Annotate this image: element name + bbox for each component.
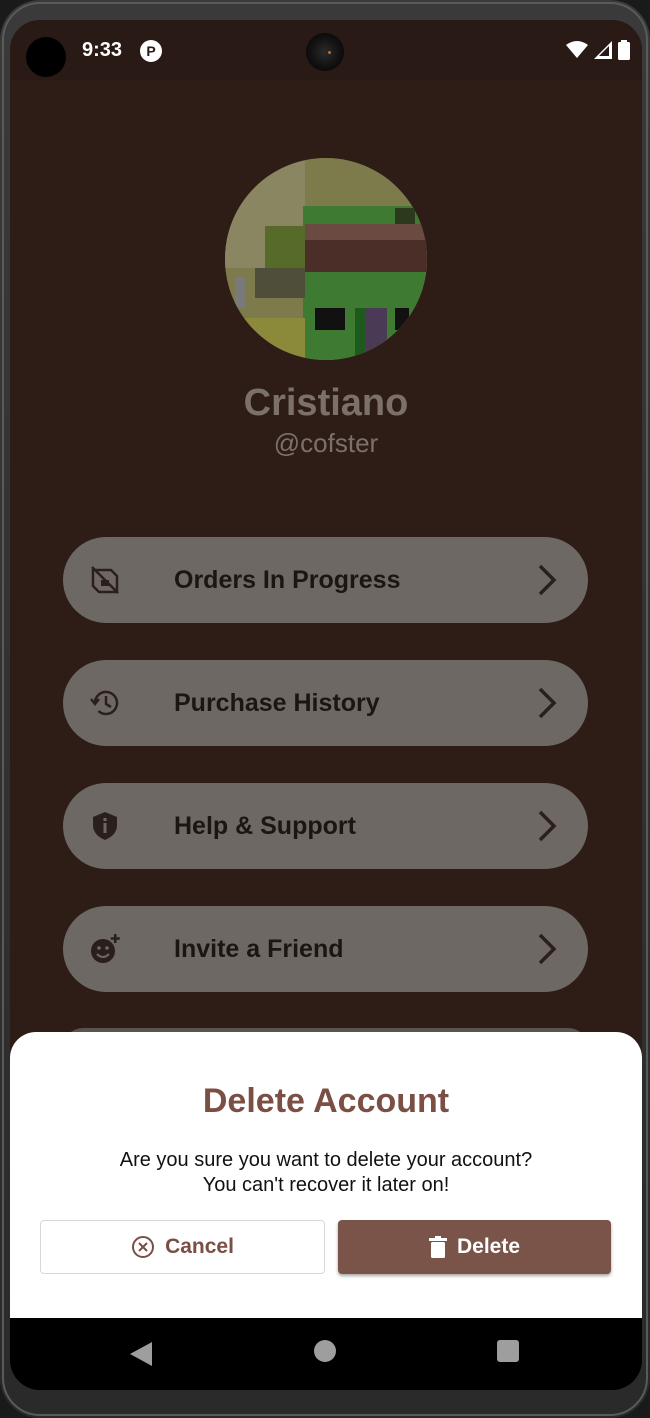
menu-item-purchase-history[interactable]: Purchase History	[63, 660, 588, 746]
status-bar: 9:33 P	[10, 20, 642, 80]
menu-item-help-support[interactable]: Help & Support	[63, 783, 588, 869]
signal-icon	[594, 41, 612, 59]
chevron-right-icon	[538, 933, 557, 965]
history-icon	[90, 690, 119, 716]
shield-icon	[93, 812, 117, 840]
profile-name: Cristiano	[243, 382, 409, 424]
profile-handle: @cofster	[273, 428, 379, 458]
menu-item-invite-friend[interactable]: Invite a Friend	[63, 906, 588, 992]
delete-button[interactable]: Delete	[338, 1220, 611, 1274]
camera-cutout	[26, 37, 66, 77]
menu-item-label: Orders In Progress	[174, 566, 401, 594]
avatar[interactable]	[225, 158, 427, 360]
menu-item-label: Purchase History	[174, 689, 380, 717]
home-icon[interactable]	[314, 1340, 336, 1362]
screen: 9:33 P Cristiano @cofster Orders In Prog…	[10, 20, 642, 1390]
orders-icon	[91, 566, 119, 594]
delete-button-label: Delete	[456, 1235, 521, 1258]
menu-item-orders-in-progress[interactable]: Orders In Progress	[63, 537, 588, 623]
chevron-right-icon	[538, 564, 557, 596]
device-frame: 9:33 P Cristiano @cofster Orders In Prog…	[0, 0, 650, 1418]
notification-app-icon: P	[140, 40, 162, 62]
status-icons	[566, 40, 630, 60]
wifi-icon	[566, 41, 588, 58]
dialog-message-line: Are you sure you want to delete your acc…	[119, 1149, 533, 1171]
system-nav-bar	[10, 1318, 642, 1390]
avatar-image	[225, 158, 427, 360]
chevron-right-icon	[538, 687, 557, 719]
dialog-title: Delete Account	[202, 1082, 450, 1120]
dialog-message: Are you sure you want to delete your acc…	[10, 1148, 642, 1198]
battery-icon	[618, 40, 630, 60]
menu-item-label: Invite a Friend	[174, 935, 344, 963]
delete-account-dialog: Delete Account Are you sure you want to …	[10, 1032, 642, 1318]
cancel-button-label: Cancel	[165, 1235, 234, 1258]
recents-icon[interactable]	[497, 1340, 519, 1362]
front-camera	[306, 33, 344, 71]
trash-icon	[428, 1236, 447, 1258]
chevron-right-icon	[538, 810, 557, 842]
dialog-message-line: You can't recover it later on!	[202, 1174, 450, 1196]
status-time: 9:33	[82, 39, 123, 61]
cancel-button[interactable]: Cancel	[40, 1220, 325, 1274]
back-icon[interactable]	[130, 1342, 152, 1366]
cancel-circle-icon	[132, 1236, 155, 1258]
add-friend-icon	[91, 934, 120, 963]
menu-item-label: Help & Support	[174, 812, 356, 840]
